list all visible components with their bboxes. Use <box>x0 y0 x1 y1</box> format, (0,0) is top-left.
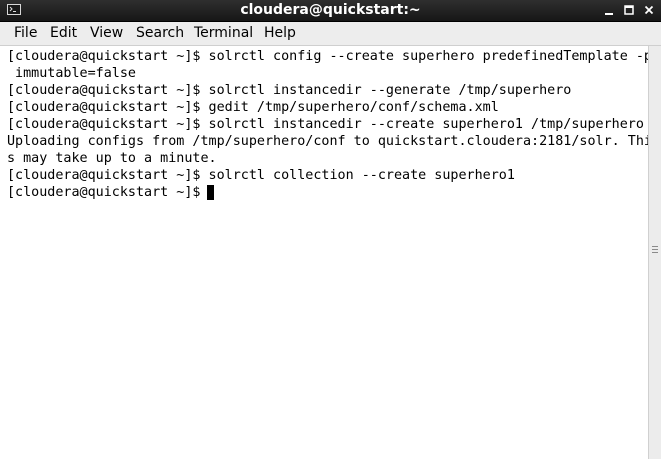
vertical-scrollbar[interactable] <box>648 46 661 459</box>
menu-view[interactable]: View <box>90 22 123 45</box>
minimize-button[interactable] <box>601 2 617 18</box>
text-cursor <box>207 185 214 200</box>
terminal-line: [cloudera@quickstart ~]$ solrctl config … <box>7 49 648 64</box>
title-bar[interactable]: cloudera@quickstart:~ <box>0 0 661 22</box>
scrollbar-grip-icon[interactable] <box>652 246 658 256</box>
terminal-output[interactable]: [cloudera@quickstart ~]$ solrctl config … <box>0 46 648 459</box>
close-icon <box>644 5 654 15</box>
terminal-line: [cloudera@quickstart ~]$ solrctl instanc… <box>7 117 644 132</box>
maximize-icon <box>624 5 634 15</box>
terminal-window: cloudera@quickstart:~ File Edit View Sea… <box>0 0 661 459</box>
terminal-line: s may take up to a minute. <box>7 151 217 166</box>
terminal-line: Uploading configs from /tmp/superhero/co… <box>7 134 648 149</box>
window-title: cloudera@quickstart:~ <box>240 2 421 18</box>
menu-terminal[interactable]: Terminal <box>194 22 253 45</box>
terminal-line: immutable=false <box>7 66 136 81</box>
maximize-button[interactable] <box>621 2 637 18</box>
menu-help[interactable]: Help <box>264 22 296 45</box>
menu-file[interactable]: File <box>14 22 37 45</box>
menu-edit[interactable]: Edit <box>50 22 77 45</box>
menu-bar: File Edit View Search Terminal Help <box>0 22 661 46</box>
minimize-icon <box>605 13 613 15</box>
terminal-line: [cloudera@quickstart ~]$ solrctl collect… <box>7 168 515 183</box>
close-button[interactable] <box>641 2 657 18</box>
terminal-line: [cloudera@quickstart ~]$ gedit /tmp/supe… <box>7 100 499 115</box>
terminal-prompt-line: [cloudera@quickstart ~]$ <box>7 185 209 200</box>
terminal-line: [cloudera@quickstart ~]$ solrctl instanc… <box>7 83 572 98</box>
menu-search[interactable]: Search <box>136 22 184 45</box>
